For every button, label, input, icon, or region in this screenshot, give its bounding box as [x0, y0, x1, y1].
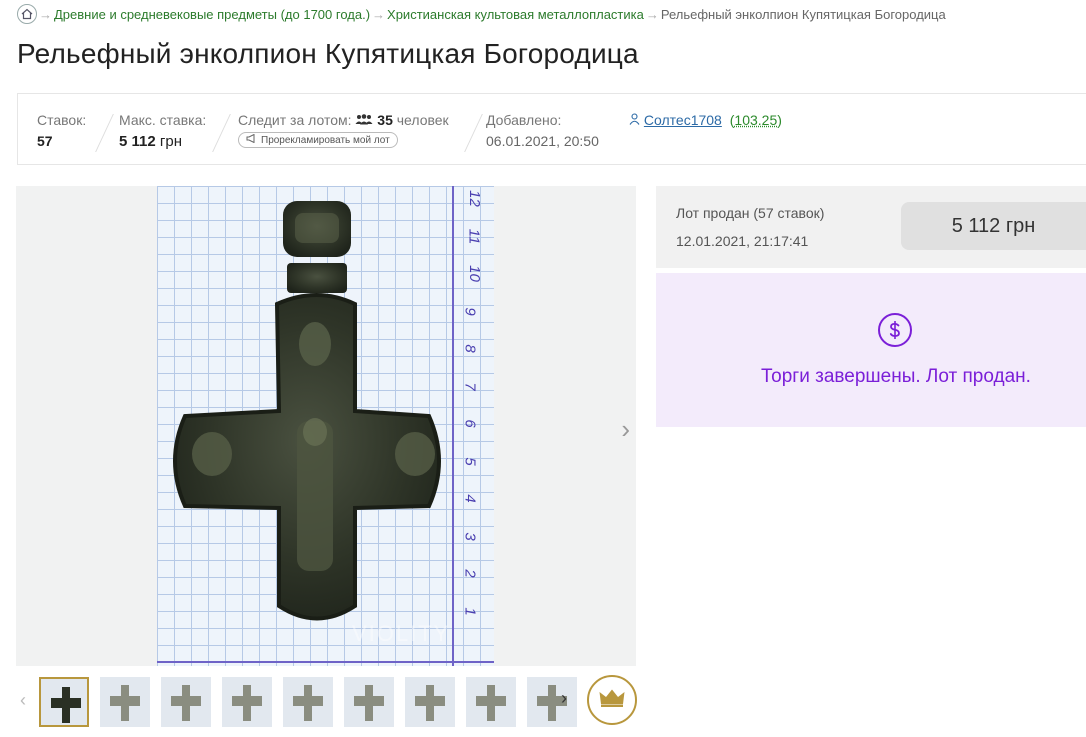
thumbnail-strip: ‹ › — [16, 672, 637, 732]
seller-info: Солтес1708 (103.25) — [629, 112, 782, 128]
breadcrumb-link-ancient[interactable]: Древние и средневековые предметы (до 170… — [54, 7, 370, 22]
watchers-unit: человек — [396, 112, 449, 128]
added-stat: Добавлено: 06.01.2021, 20:50 — [486, 112, 599, 149]
sold-info-box: Лот продан (57 ставок) 12.01.2021, 21:17… — [656, 186, 1086, 268]
user-icon — [629, 112, 644, 128]
thumbnails-prev-arrow[interactable]: ‹ — [20, 690, 26, 711]
thumbnail-image[interactable] — [100, 677, 150, 727]
sold-price: 5 112 грн — [901, 202, 1086, 250]
breadcrumb-link-christian[interactable]: Христианская культовая металлопластика — [387, 7, 644, 22]
watchers-count: 35 — [377, 112, 393, 128]
stat-divider — [95, 114, 114, 152]
thumbnail-image[interactable] — [344, 677, 394, 727]
dollar-icon — [878, 313, 912, 347]
sold-label: Лот продан (57 ставок) — [676, 205, 825, 221]
next-image-arrow[interactable]: › — [621, 414, 630, 445]
seller-rating[interactable]: 103.25 — [734, 112, 777, 128]
thumbnail-image[interactable] — [405, 677, 455, 727]
watchers-label: Следит за лотом: — [238, 112, 352, 128]
thumbnail-image[interactable] — [161, 677, 211, 727]
auction-ended-message: Торги завершены. Лот продан. — [761, 366, 1031, 387]
thumbnail-image[interactable] — [222, 677, 272, 727]
watermark-text: VIOLITY — [352, 621, 450, 646]
megaphone-icon — [246, 133, 257, 146]
premium-crown-button[interactable] — [587, 675, 637, 725]
stat-divider — [212, 114, 231, 152]
bids-value: 57 — [37, 133, 53, 149]
crown-icon — [599, 689, 625, 712]
breadcrumb-separator: → — [645, 6, 659, 22]
breadcrumb: → Древние и средневековые предметы (до 1… — [17, 4, 946, 24]
lot-stats-bar: Ставок: 57 Макс. ставка: 5 112 грн Следи… — [17, 93, 1086, 165]
sold-date: 12.01.2021, 21:17:41 — [676, 233, 809, 249]
seller-link[interactable]: Солтес1708 — [644, 112, 722, 128]
home-icon[interactable] — [17, 4, 37, 24]
breadcrumb-separator: → — [39, 6, 52, 22]
max-bid-stat: Макс. ставка: 5 112 грн — [119, 112, 206, 150]
page-title: Рельефный энколпион Купятицкая Богородиц… — [17, 38, 639, 69]
watchers-stat: Следит за лотом: 35 человек Прорекламиро… — [238, 112, 449, 148]
thumbnail-image[interactable] — [283, 677, 333, 727]
thumbnail-image[interactable] — [527, 677, 577, 727]
stat-divider — [464, 114, 483, 152]
added-value: 06.01.2021, 20:50 — [486, 133, 599, 149]
seller-rating-wrapper: (103.25) — [729, 112, 782, 128]
promote-lot-label: Прорекламировать мой лот — [261, 134, 390, 146]
added-label: Добавлено: — [486, 112, 562, 128]
breadcrumb-separator: → — [372, 6, 386, 22]
auction-ended-notice: Торги завершены. Лот продан. — [656, 273, 1086, 427]
max-bid-label: Макс. ставка: — [119, 112, 207, 128]
bids-stat: Ставок: 57 — [37, 112, 86, 150]
breadcrumb-current: Рельефный энколпион Купятицкая Богородиц… — [660, 6, 946, 22]
promote-lot-button[interactable]: Прорекламировать мой лот — [238, 132, 398, 148]
bids-label: Ставок: — [37, 112, 87, 128]
thumbnail-image[interactable] — [39, 677, 89, 727]
thumbnail-image[interactable] — [466, 677, 516, 727]
people-icon — [355, 112, 377, 128]
lot-main-photo[interactable]: 12 11 10 9 8 7 6 5 4 3 2 1 VIOLITY — [157, 186, 494, 666]
thumbnails-next-arrow[interactable]: › — [561, 688, 567, 709]
watchers-line: Следит за лотом: 35 человек — [238, 112, 449, 128]
max-bid-value: 5 112 грн — [119, 133, 182, 150]
lot-image-gallery[interactable]: 12 11 10 9 8 7 6 5 4 3 2 1 VIOLITY › — [16, 186, 636, 666]
encolpion-cross-image: VIOLITY — [173, 201, 450, 646]
